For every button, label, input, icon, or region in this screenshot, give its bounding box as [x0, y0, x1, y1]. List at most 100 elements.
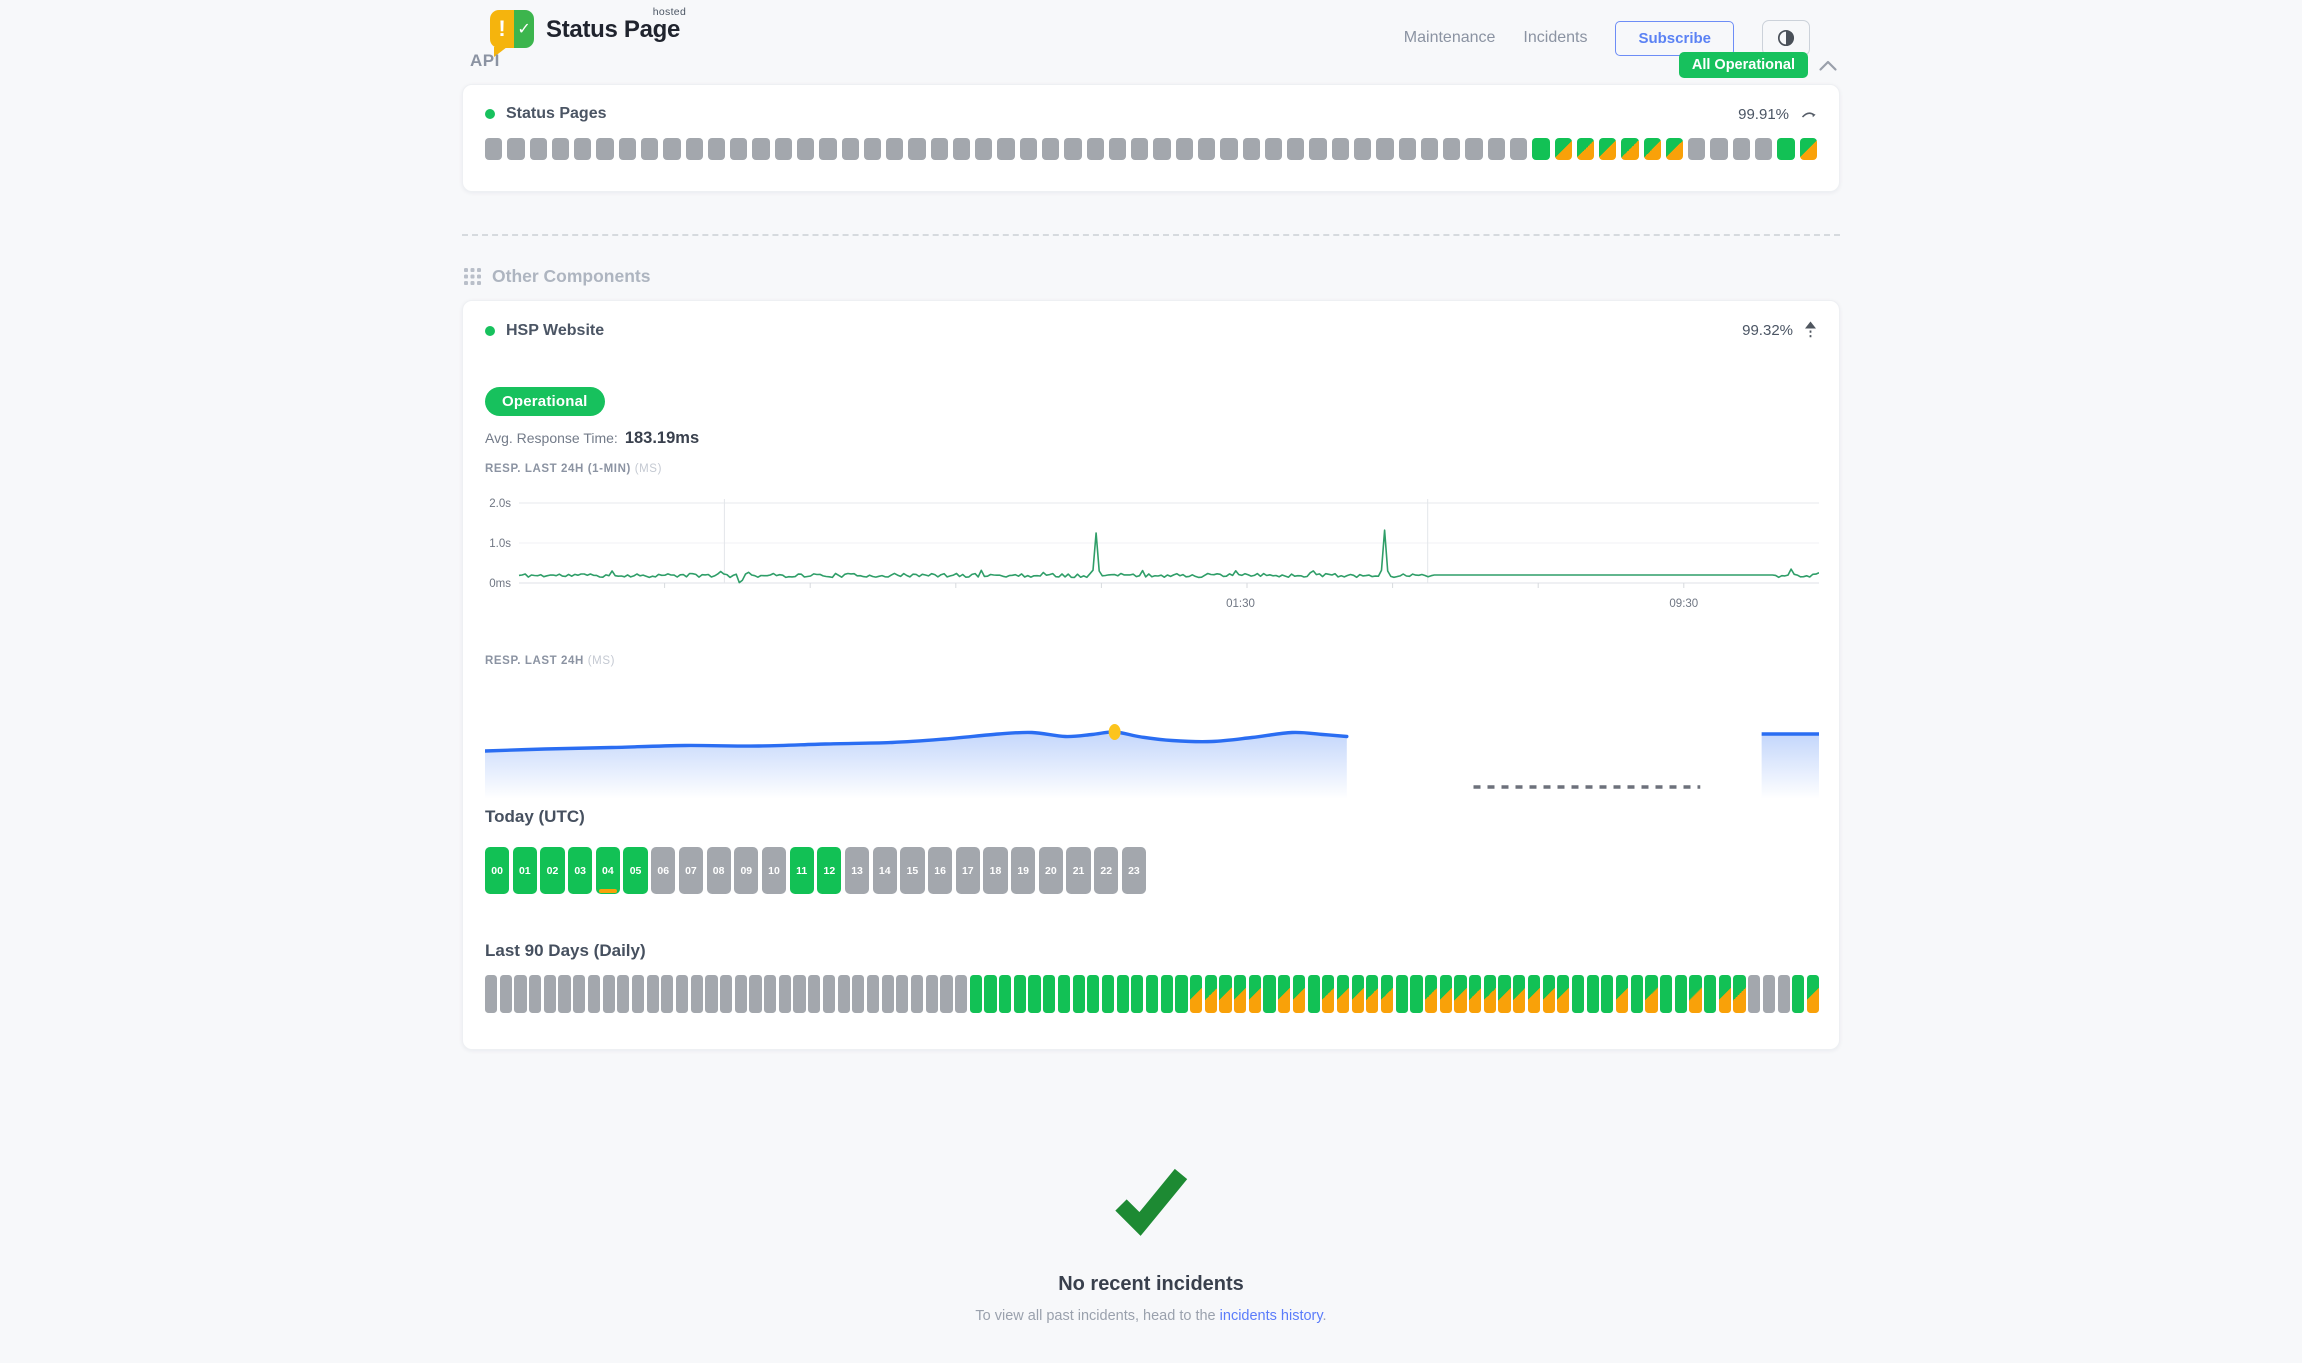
uptime-bar[interactable]	[1800, 138, 1817, 160]
day-block[interactable]	[1675, 975, 1687, 1013]
day-block[interactable]	[1322, 975, 1334, 1013]
day-block[interactable]	[1454, 975, 1466, 1013]
uptime-bar[interactable]	[1153, 138, 1170, 160]
day-block[interactable]	[1572, 975, 1584, 1013]
day-block[interactable]	[514, 975, 526, 1013]
uptime-bar[interactable]	[1710, 138, 1727, 160]
hour-block-23[interactable]: 23	[1122, 847, 1146, 894]
day-block[interactable]	[661, 975, 673, 1013]
day-block[interactable]	[1396, 975, 1408, 1013]
uptime-bar[interactable]	[1777, 138, 1794, 160]
uptime-bar[interactable]	[1332, 138, 1349, 160]
uptime-bar[interactable]	[842, 138, 859, 160]
uptime-bar[interactable]	[530, 138, 547, 160]
day-block[interactable]	[603, 975, 615, 1013]
day-block[interactable]	[1778, 975, 1790, 1013]
day-block[interactable]	[573, 975, 585, 1013]
day-block[interactable]	[1190, 975, 1202, 1013]
hour-block-02[interactable]: 02	[540, 847, 564, 894]
uptime-bar[interactable]	[1399, 138, 1416, 160]
day-block[interactable]	[911, 975, 923, 1013]
uptime-bar[interactable]	[485, 138, 502, 160]
hour-block-13[interactable]: 13	[845, 847, 869, 894]
day-block[interactable]	[1131, 975, 1143, 1013]
day-block[interactable]	[1161, 975, 1173, 1013]
day-block[interactable]	[1014, 975, 1026, 1013]
incidents-history-link[interactable]: incidents history	[1220, 1308, 1323, 1324]
uptime-bar[interactable]	[1755, 138, 1772, 160]
day-block[interactable]	[1528, 975, 1540, 1013]
hour-block-17[interactable]: 17	[956, 847, 980, 894]
hour-block-01[interactable]: 01	[513, 847, 537, 894]
uptime-bar[interactable]	[1042, 138, 1059, 160]
day-block[interactable]	[1807, 975, 1819, 1013]
hour-block-18[interactable]: 18	[983, 847, 1007, 894]
uptime-bar[interactable]	[596, 138, 613, 160]
uptime-bar[interactable]	[864, 138, 881, 160]
day-block[interactable]	[793, 975, 805, 1013]
uptime-bar[interactable]	[507, 138, 524, 160]
day-block[interactable]	[1748, 975, 1760, 1013]
day-block[interactable]	[1293, 975, 1305, 1013]
day-block[interactable]	[999, 975, 1011, 1013]
day-block[interactable]	[1440, 975, 1452, 1013]
day-block[interactable]	[1263, 975, 1275, 1013]
uptime-bar[interactable]	[1309, 138, 1326, 160]
uptime-bar[interactable]	[1488, 138, 1505, 160]
hour-block-14[interactable]: 14	[873, 847, 897, 894]
uptime-bar[interactable]	[975, 138, 992, 160]
uptime-bar[interactable]	[574, 138, 591, 160]
day-block[interactable]	[1425, 975, 1437, 1013]
uptime-bar[interactable]	[730, 138, 747, 160]
uptime-bar[interactable]	[886, 138, 903, 160]
uptime-bar[interactable]	[1421, 138, 1438, 160]
day-block[interactable]	[1043, 975, 1055, 1013]
day-block[interactable]	[1073, 975, 1085, 1013]
day-block[interactable]	[1175, 975, 1187, 1013]
uptime-bar[interactable]	[1287, 138, 1304, 160]
day-block[interactable]	[500, 975, 512, 1013]
day-block[interactable]	[749, 975, 761, 1013]
day-block[interactable]	[1543, 975, 1555, 1013]
uptime-bar[interactable]	[752, 138, 769, 160]
day-block[interactable]	[867, 975, 879, 1013]
day-block[interactable]	[764, 975, 776, 1013]
day-block[interactable]	[1234, 975, 1246, 1013]
day-block[interactable]	[984, 975, 996, 1013]
uptime-bar[interactable]	[1265, 138, 1282, 160]
uptime-bar[interactable]	[1688, 138, 1705, 160]
uptime-bar[interactable]	[908, 138, 925, 160]
uptime-bar[interactable]	[1644, 138, 1661, 160]
uptime-bar[interactable]	[663, 138, 680, 160]
day-block[interactable]	[735, 975, 747, 1013]
hour-block-03[interactable]: 03	[568, 847, 592, 894]
hour-block-07[interactable]: 07	[679, 847, 703, 894]
hour-block-00[interactable]: 00	[485, 847, 509, 894]
day-block[interactable]	[779, 975, 791, 1013]
day-block[interactable]	[1557, 975, 1569, 1013]
day-block[interactable]	[1704, 975, 1716, 1013]
response-time-line-chart[interactable]: 2.0s1.0s0ms01:3009:30	[485, 493, 1819, 617]
uptime-bar[interactable]	[775, 138, 792, 160]
hour-block-15[interactable]: 15	[900, 847, 924, 894]
uptime-bar[interactable]	[819, 138, 836, 160]
hour-block-11[interactable]: 11	[790, 847, 814, 894]
uptime-bar[interactable]	[1131, 138, 1148, 160]
day-block[interactable]	[1792, 975, 1804, 1013]
day-block[interactable]	[955, 975, 967, 1013]
uptime-bar[interactable]	[1599, 138, 1616, 160]
day-block[interactable]	[1733, 975, 1745, 1013]
day-block[interactable]	[1660, 975, 1672, 1013]
day-block[interactable]	[1645, 975, 1657, 1013]
day-block[interactable]	[1337, 975, 1349, 1013]
day-block[interactable]	[705, 975, 717, 1013]
day-block[interactable]	[1219, 975, 1231, 1013]
day-block[interactable]	[808, 975, 820, 1013]
day-block[interactable]	[720, 975, 732, 1013]
day-block[interactable]	[1601, 975, 1613, 1013]
day-block[interactable]	[852, 975, 864, 1013]
refresh-icon[interactable]	[1800, 106, 1817, 122]
uptime-bar[interactable]	[1020, 138, 1037, 160]
day-block[interactable]	[896, 975, 908, 1013]
day-block[interactable]	[1484, 975, 1496, 1013]
